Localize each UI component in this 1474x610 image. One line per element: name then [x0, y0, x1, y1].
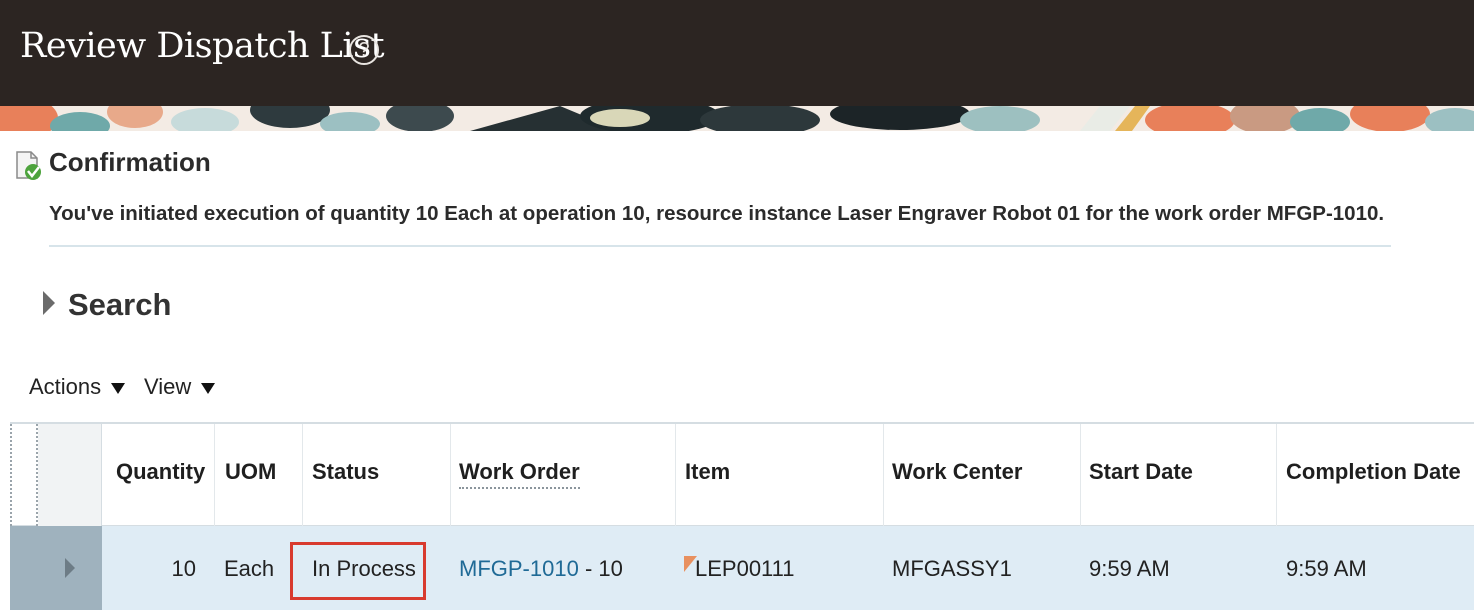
view-menu-button[interactable]: View: [144, 374, 216, 400]
column-header-uom[interactable]: UOM: [225, 459, 276, 485]
cell-completion-date: 9:59 AM: [1286, 556, 1367, 581]
row-expand-icon[interactable]: [65, 558, 75, 578]
row-selector-header: [38, 424, 102, 526]
chevron-down-icon: [111, 383, 126, 394]
cell-item: LEP00111: [695, 556, 795, 581]
column-header-completion-date[interactable]: Completion Date: [1286, 459, 1461, 485]
work-order-link[interactable]: MFGP-1010: [459, 556, 579, 581]
cell-uom: Each: [224, 556, 275, 581]
column-resize-gutter[interactable]: [10, 424, 38, 526]
confirmation-icon: [16, 151, 41, 180]
column-header-status[interactable]: Status: [312, 459, 379, 485]
decorative-banner: [0, 106, 1474, 131]
column-separator: [883, 424, 884, 526]
page-header: Review Dispatch List ?: [0, 0, 1474, 106]
banner-art: [0, 106, 1474, 131]
column-separator: [214, 424, 215, 526]
actions-menu-button[interactable]: Actions: [29, 374, 126, 400]
column-separator: [675, 424, 676, 526]
help-icon[interactable]: ?: [349, 35, 379, 65]
column-separator: [1080, 424, 1081, 526]
column-header-work-order[interactable]: Work Order: [459, 459, 580, 489]
table-row[interactable]: 10 Each In Process MFGP-1010 - 10 LEP001…: [10, 526, 1474, 610]
column-header-quantity[interactable]: Quantity: [116, 459, 205, 485]
actions-menu-label: Actions: [29, 374, 102, 399]
confirmation-divider: [49, 245, 1391, 247]
cell-start-date: 9:59 AM: [1089, 556, 1170, 581]
view-menu-label: View: [144, 374, 192, 399]
search-section-title[interactable]: Search: [68, 287, 171, 323]
column-separator: [450, 424, 451, 526]
confirmation-title: Confirmation: [49, 147, 211, 177]
operation-number: - 10: [578, 556, 623, 581]
column-separator: [1276, 424, 1277, 526]
column-header-work-center[interactable]: Work Center: [892, 459, 1022, 485]
table-header-row: Quantity UOM Status Work Order Item Work…: [10, 424, 1474, 526]
search-expand-icon[interactable]: [43, 291, 55, 315]
cell-quantity: 10: [171, 556, 196, 581]
column-header-start-date[interactable]: Start Date: [1089, 459, 1193, 485]
page-title: Review Dispatch List: [20, 26, 385, 66]
cell-work-center: MFGASSY1: [892, 556, 1012, 581]
confirmation-message: You've initiated execution of quantity 1…: [49, 202, 1385, 225]
cell-status: In Process: [312, 556, 416, 581]
dispatch-table: Quantity UOM Status Work Order Item Work…: [10, 422, 1474, 610]
row-selector[interactable]: [10, 526, 102, 610]
column-separator: [302, 424, 303, 526]
chevron-down-icon: [201, 383, 216, 394]
cell-work-order: MFGP-1010 - 10: [459, 556, 623, 582]
column-header-item[interactable]: Item: [685, 459, 730, 485]
